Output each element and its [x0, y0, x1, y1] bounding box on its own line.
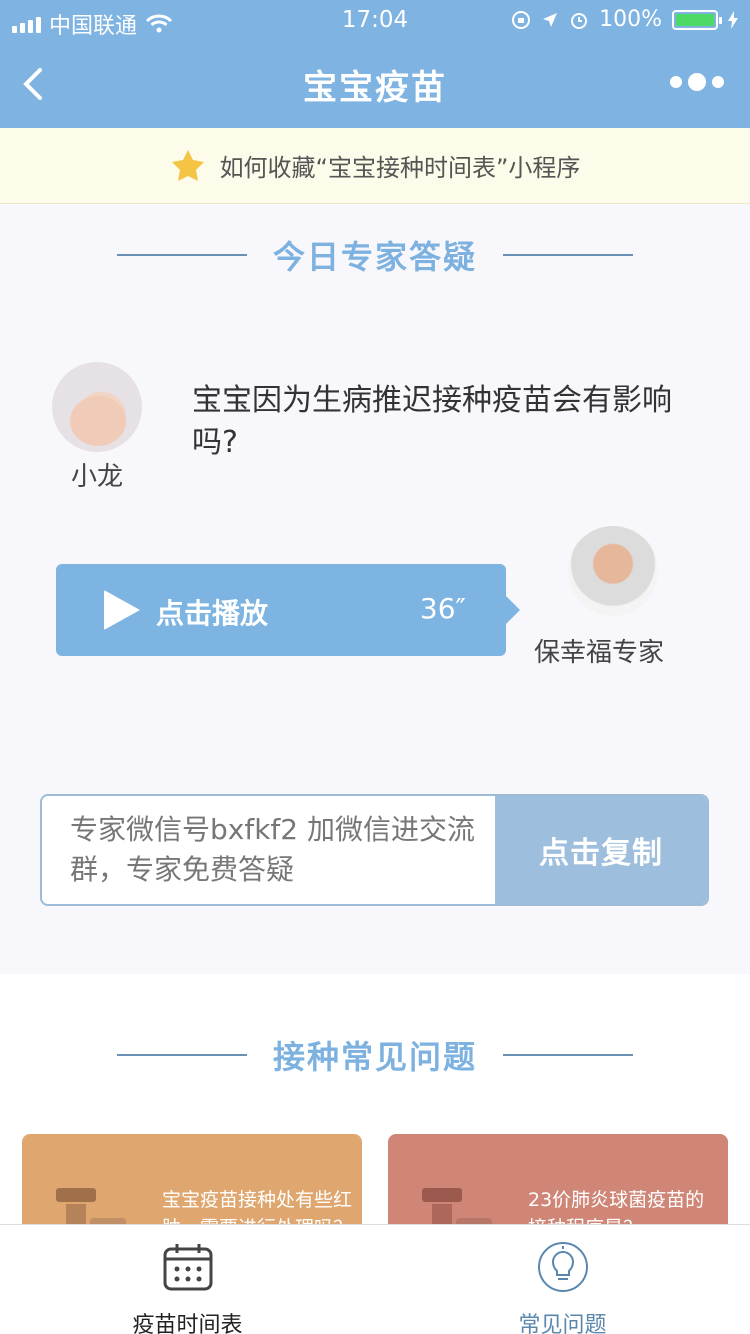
charging-icon	[728, 10, 738, 29]
tab-faq[interactable]: 常见问题	[375, 1225, 750, 1334]
favorite-tip-banner[interactable]: 如何收藏“宝宝接种时间表”小程序	[0, 128, 750, 204]
battery-percent: 100%	[599, 7, 662, 32]
copy-button[interactable]: 点击复制	[495, 796, 707, 904]
expert-section-heading: 今日专家答疑	[0, 232, 750, 278]
favorite-tip-text: 如何收藏“宝宝接种时间表”小程序	[219, 154, 581, 182]
tab-label: 常见问题	[518, 1313, 607, 1334]
calendar-icon	[163, 1244, 213, 1291]
expert-avatar	[568, 526, 658, 616]
voice-play-button[interactable]: 点击播放 36″	[56, 564, 520, 656]
tab-vaccine-schedule[interactable]: 疫苗时间表	[0, 1225, 375, 1334]
expert-section-title: 今日专家答疑	[272, 238, 477, 276]
faq-section-title: 接种常见问题	[272, 1038, 477, 1076]
asker-avatar	[52, 362, 142, 452]
question-text: 宝宝因为生病推迟接种疫苗会有影响吗?	[192, 383, 672, 460]
wechat-text: 专家微信号bxfkf2 加微信进交流群，专家免费答疑	[70, 813, 475, 886]
top-bar: 中国联通 17:04 100% 宝宝疫苗	[0, 0, 750, 128]
page-title: 宝宝疫苗	[303, 68, 447, 108]
location-icon	[543, 12, 558, 27]
status-bar: 中国联通 17:04 100%	[0, 0, 750, 40]
alarm-icon	[571, 12, 588, 29]
voice-play-label: 点击播放	[156, 597, 269, 630]
more-icon[interactable]	[670, 73, 724, 91]
battery-icon	[672, 9, 722, 30]
rotation-lock-icon	[512, 10, 531, 29]
voice-duration: 36″	[419, 592, 466, 625]
star-icon	[171, 149, 204, 181]
faq-section-heading: 接种常见问题	[0, 1032, 750, 1078]
wechat-box: 专家微信号bxfkf2 加微信进交流群，专家免费答疑 点击复制	[40, 794, 709, 906]
expert-name: 保幸福专家	[534, 638, 665, 668]
lightbulb-icon	[538, 1242, 588, 1292]
tab-bar: 疫苗时间表 常见问题	[0, 1224, 750, 1334]
tab-label: 疫苗时间表	[132, 1313, 243, 1334]
asker-name: 小龙	[70, 462, 123, 492]
play-icon	[104, 590, 140, 630]
